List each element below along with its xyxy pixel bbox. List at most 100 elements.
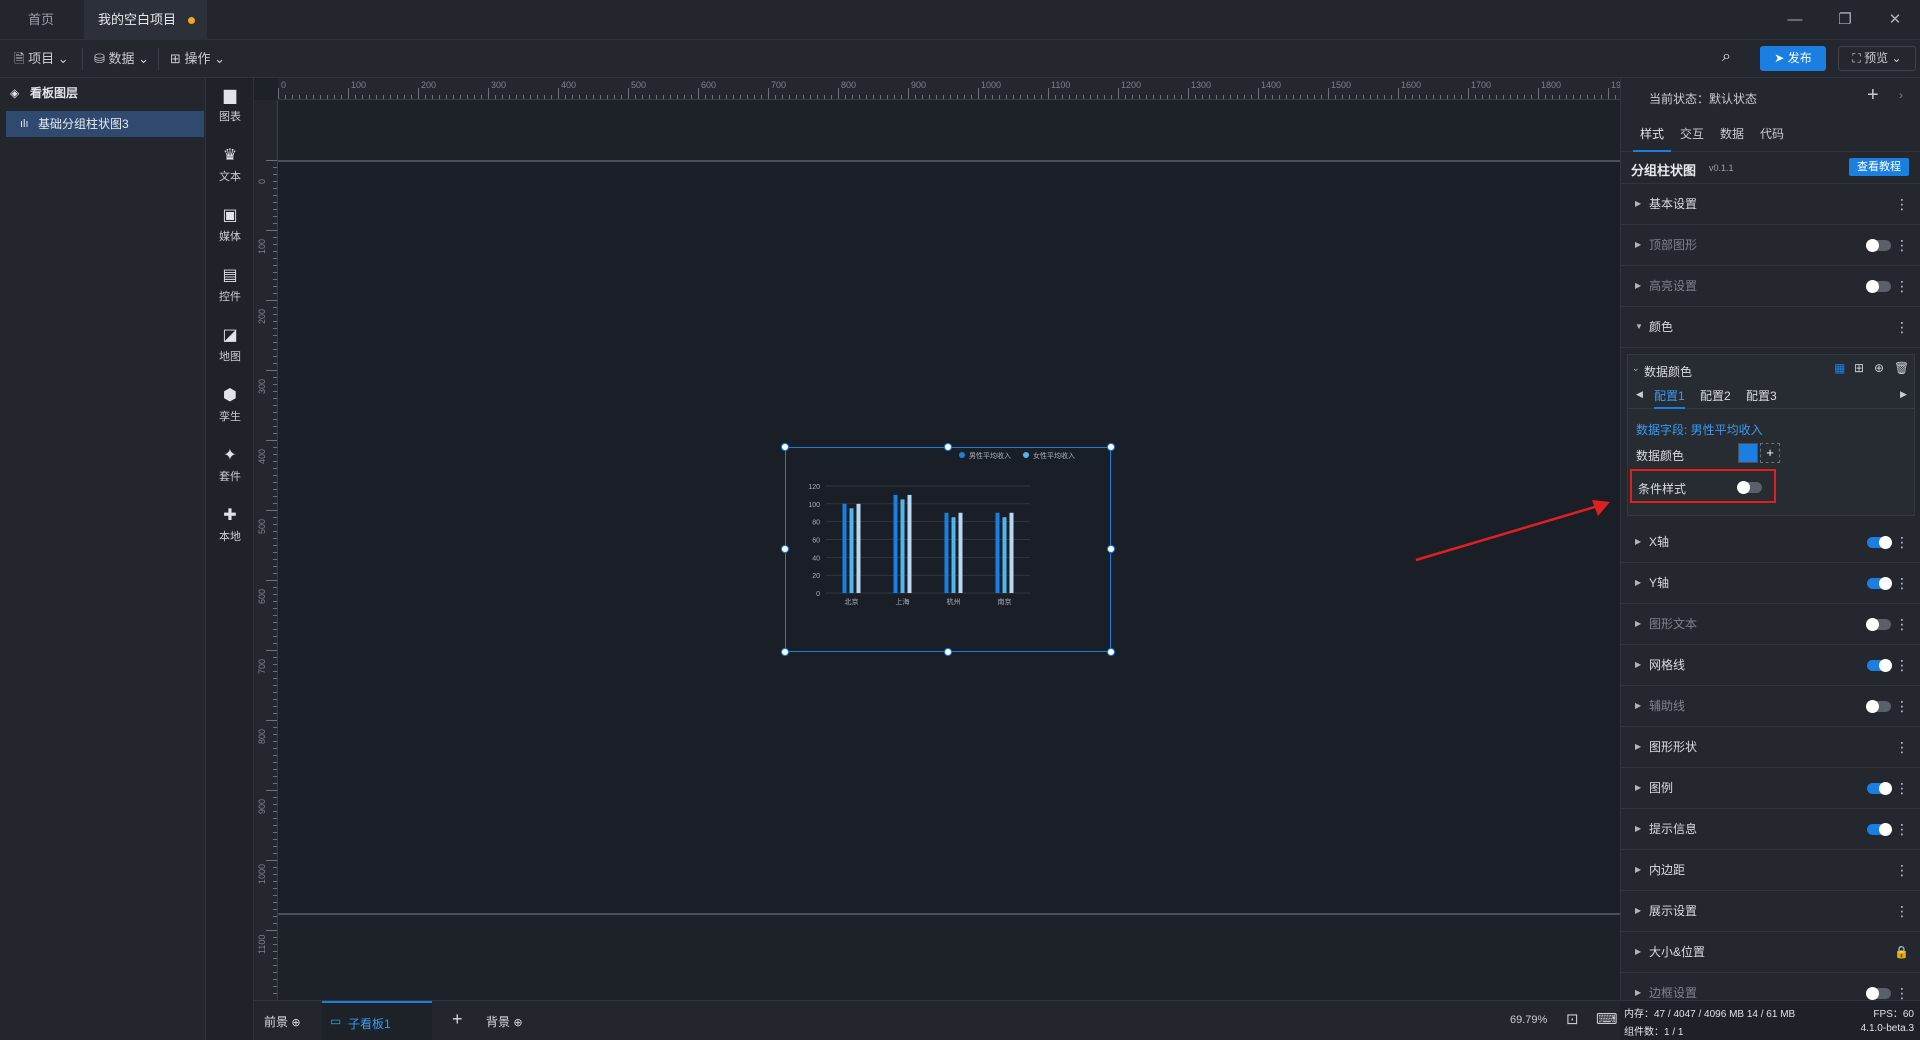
component-chart[interactable]: ▆ 图表 — [206, 78, 254, 138]
section-bottom-0[interactable]: ▶ X轴 ⋮ — [1621, 522, 1920, 563]
add-circle-icon[interactable]: ⊕ — [513, 1017, 522, 1029]
resize-handle[interactable] — [781, 648, 789, 656]
more-icon[interactable]: ⋮ — [1895, 563, 1909, 603]
more-icon[interactable]: ⋮ — [1895, 645, 1909, 685]
resize-handle[interactable] — [781, 443, 789, 451]
section-bottom-7[interactable]: ▶ 提示信息 ⋮ — [1621, 809, 1920, 850]
resize-handle[interactable] — [1107, 545, 1115, 553]
section-top-3[interactable]: ▼ 颜色 ⋮ — [1621, 307, 1920, 348]
foreground-tab[interactable]: 前景 ⊕ — [264, 1013, 301, 1030]
tab-home[interactable]: 首页 — [14, 0, 68, 40]
restore-button[interactable]: ❐ — [1820, 0, 1870, 40]
more-icon[interactable]: ⋮ — [1895, 727, 1909, 767]
section-toggle[interactable] — [1867, 782, 1892, 795]
search-icon[interactable]: ⌕ — [1722, 48, 1744, 70]
section-bottom-4[interactable]: ▶ 辅助线 ⋮ — [1621, 686, 1920, 727]
tab-project[interactable]: 我的空白项目 — [84, 0, 208, 40]
section-toggle[interactable] — [1866, 239, 1891, 252]
section-toggle[interactable] — [1866, 280, 1891, 293]
tab-code[interactable]: 代码 — [1753, 118, 1791, 152]
resize-handle[interactable] — [944, 443, 952, 451]
keyboard-icon[interactable]: ⌨ — [1596, 1010, 1618, 1028]
chevron-down-icon[interactable]: ⌄ — [1632, 363, 1640, 374]
project-menu[interactable]: 🗎 项目 ⌄ — [4, 40, 79, 78]
section-bottom-2[interactable]: ▶ 图形文本 ⋮ — [1621, 604, 1920, 645]
arrow-right-icon[interactable]: ▶ — [1900, 389, 1907, 400]
zoom-level[interactable]: 69.79% — [1510, 1014, 1547, 1026]
background-tab[interactable]: 背景 ⊕ — [486, 1013, 523, 1030]
chart-component[interactable]: 0 20 40 60 80 100 120 北京 上海 杭州 南京 男性平均收入 女性平均收入 — [785, 447, 1111, 652]
chevron-right-icon[interactable]: › — [1899, 88, 1903, 102]
layout-icon[interactable]: ⊞ — [1854, 361, 1864, 375]
component-local[interactable]: ✚ 本地 — [206, 498, 254, 558]
more-icon[interactable]: ⋮ — [1895, 768, 1909, 808]
more-icon[interactable]: ⋮ — [1895, 604, 1909, 644]
condition-style-toggle[interactable] — [1737, 481, 1762, 494]
more-icon[interactable]: ⋮ — [1895, 686, 1909, 726]
trash-icon[interactable]: 🗑 — [1894, 361, 1909, 375]
arrow-left-icon[interactable]: ◀ — [1636, 389, 1643, 400]
section-toggle[interactable] — [1867, 577, 1892, 590]
resize-handle[interactable] — [944, 648, 952, 656]
component-text[interactable]: ♛ 文本 — [206, 138, 254, 198]
section-bottom-10[interactable]: ▶ 大小&位置 🔒 — [1621, 932, 1920, 973]
section-bottom-9[interactable]: ▶ 展示设置 ⋮ — [1621, 891, 1920, 932]
section-toggle[interactable] — [1866, 700, 1891, 713]
section-toggle[interactable] — [1866, 987, 1891, 1000]
more-icon[interactable]: ⋮ — [1895, 809, 1909, 849]
config-tab-2[interactable]: 配置2 — [1700, 385, 1731, 409]
component-kit[interactable]: ✦ 套件 — [206, 438, 254, 498]
resize-handle[interactable] — [1107, 648, 1115, 656]
lock-icon[interactable]: 🔒 — [1894, 932, 1909, 972]
component-twin[interactable]: ⬢ 孪生 — [206, 378, 254, 438]
section-bottom-3[interactable]: ▶ 网格线 ⋮ — [1621, 645, 1920, 686]
more-icon[interactable]: ⋮ — [1895, 307, 1909, 347]
section-toggle[interactable] — [1867, 536, 1892, 549]
add-color-button[interactable]: + — [1760, 443, 1780, 463]
more-icon[interactable]: ⋮ — [1895, 522, 1909, 562]
resize-handle[interactable] — [1107, 443, 1115, 451]
more-icon[interactable]: ⋮ — [1895, 266, 1909, 306]
data-menu[interactable]: ⛁ 数据 ⌄ — [84, 40, 159, 78]
section-bottom-6[interactable]: ▶ 图例 ⋮ — [1621, 768, 1920, 809]
resize-handle[interactable] — [781, 545, 789, 553]
more-icon[interactable]: ⋮ — [1895, 850, 1909, 890]
table-icon[interactable]: ▦ — [1834, 361, 1845, 375]
section-toggle[interactable] — [1866, 618, 1891, 631]
minimize-button[interactable]: — — [1770, 0, 1820, 40]
publish-button[interactable]: ➤ 发布 — [1760, 46, 1826, 71]
fit-screen-icon[interactable]: ⊡ — [1566, 1010, 1579, 1028]
section-bottom-11[interactable]: ▶ 边框设置 ⋮ — [1621, 973, 1920, 1000]
config-tab-3[interactable]: 配置3 — [1746, 385, 1777, 409]
section-bottom-5[interactable]: ▶ 图形形状 ⋮ — [1621, 727, 1920, 768]
add-circle-icon[interactable]: ⊕ — [1874, 361, 1884, 375]
component-control[interactable]: ▤ 控件 — [206, 258, 254, 318]
section-bottom-1[interactable]: ▶ Y轴 ⋮ — [1621, 563, 1920, 604]
more-icon[interactable]: ⋮ — [1895, 973, 1909, 1000]
section-toggle[interactable] — [1867, 659, 1892, 672]
layer-item[interactable]: ılı 基础分组柱状图3 — [6, 111, 204, 137]
operate-menu[interactable]: ⊞ 操作 ⌄ — [160, 40, 235, 78]
add-board-icon[interactable]: + — [452, 1009, 463, 1030]
preview-button[interactable]: ⛶ 预览 ⌄ — [1838, 46, 1916, 71]
more-icon[interactable]: ⋮ — [1895, 891, 1909, 931]
section-bottom-8[interactable]: ▶ 内边距 ⋮ — [1621, 850, 1920, 891]
section-top-0[interactable]: ▶ 基本设置 ⋮ — [1621, 184, 1920, 225]
config-tab-1[interactable]: 配置1 — [1654, 385, 1685, 409]
close-button[interactable]: ✕ — [1870, 0, 1920, 40]
add-circle-icon[interactable]: ⊕ — [291, 1017, 300, 1029]
tab-interaction[interactable]: 交互 — [1673, 118, 1711, 152]
component-media[interactable]: ▣ 媒体 — [206, 198, 254, 258]
board-tab[interactable]: ▭ 子看板1 — [322, 1001, 432, 1040]
more-icon[interactable]: ⋮ — [1895, 184, 1909, 224]
tab-data[interactable]: 数据 — [1713, 118, 1751, 152]
add-state-icon[interactable]: + — [1867, 84, 1879, 107]
section-top-1[interactable]: ▶ 顶部图形 ⋮ — [1621, 225, 1920, 266]
tab-style[interactable]: 样式 — [1633, 118, 1671, 152]
color-swatch[interactable] — [1738, 443, 1758, 463]
tutorial-button[interactable]: 查看教程 — [1849, 158, 1909, 176]
component-map[interactable]: ◪ 地图 — [206, 318, 254, 378]
section-top-2[interactable]: ▶ 高亮设置 ⋮ — [1621, 266, 1920, 307]
section-toggle[interactable] — [1867, 823, 1892, 836]
more-icon[interactable]: ⋮ — [1895, 225, 1909, 265]
